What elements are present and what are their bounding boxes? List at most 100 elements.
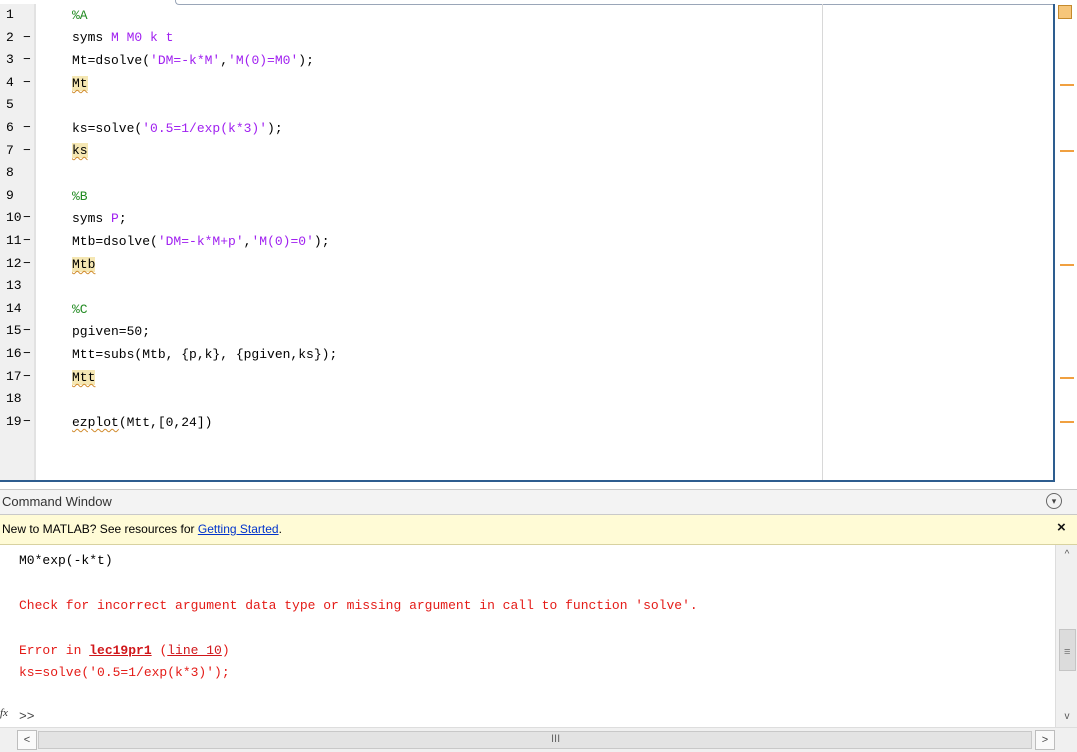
line-number[interactable]: 7−: [0, 141, 34, 163]
line-number[interactable]: 17−: [0, 367, 34, 389]
banner-message: New to MATLAB? See resources for Getting…: [2, 522, 282, 536]
breakpoint-dash[interactable]: −: [23, 323, 31, 338]
command-prompt[interactable]: >>: [19, 709, 35, 724]
code-line-11[interactable]: Mtb=dsolve('DM=-k*M+p','M(0)=0');: [72, 231, 330, 253]
code-text: Mtt=subs(Mtb, {p,k}, {pgiven,ks});: [72, 347, 338, 362]
line-number[interactable]: 11−: [0, 231, 34, 253]
line-number[interactable]: 14: [0, 299, 34, 321]
breakpoint-dash[interactable]: −: [23, 120, 31, 135]
chevron-down-icon[interactable]: ▾: [1046, 493, 1062, 509]
line-number[interactable]: 8: [0, 163, 34, 185]
line-number-text: 10: [6, 210, 22, 225]
scroll-thumb[interactable]: III: [38, 731, 1032, 749]
line-number[interactable]: 12−: [0, 254, 34, 276]
line-number[interactable]: 3−: [0, 50, 34, 72]
banner-text: New to MATLAB? See resources for: [2, 522, 198, 536]
line-number[interactable]: 4−: [0, 73, 34, 95]
warning-highlight[interactable]: ks: [72, 143, 88, 158]
code-line-15[interactable]: pgiven=50;: [72, 321, 150, 343]
code-line-17[interactable]: Mtt: [72, 367, 96, 389]
line-number[interactable]: 18: [0, 389, 34, 411]
keyword: syms: [72, 30, 112, 45]
function-browser-icon[interactable]: fx: [0, 707, 8, 719]
scroll-left-icon[interactable]: <: [17, 730, 37, 750]
horizontal-scrollbar[interactable]: < III >: [0, 727, 1077, 752]
line-number[interactable]: 10−: [0, 208, 34, 230]
line-number[interactable]: 13: [0, 276, 34, 298]
editor-tab-baseline: [205, 0, 1053, 5]
code-text: ,: [220, 53, 229, 68]
warning-underline[interactable]: ezplot: [72, 415, 119, 430]
line-number[interactable]: 16−: [0, 344, 34, 366]
output-result: M0*exp(-k*t): [19, 553, 113, 568]
getting-started-link[interactable]: Getting Started: [198, 522, 279, 536]
error-prefix: Error in: [19, 643, 90, 658]
line-number[interactable]: 6−: [0, 118, 34, 140]
warning-highlight[interactable]: Mtt: [72, 370, 96, 385]
warning-highlight[interactable]: Mt: [72, 76, 88, 91]
code-line-9[interactable]: %B: [72, 186, 88, 208]
breakpoint-dash[interactable]: −: [23, 256, 31, 271]
breakpoint-dash[interactable]: −: [23, 210, 31, 225]
warning-marker[interactable]: [1060, 421, 1074, 423]
breakpoint-dash[interactable]: −: [23, 30, 31, 45]
code-line-14[interactable]: %C: [72, 299, 88, 321]
string-literal: 'DM=-k*M+p': [157, 234, 244, 249]
line-number-text: 19: [6, 414, 22, 429]
error-line-link[interactable]: line 10: [167, 643, 222, 658]
editor-border: [1053, 4, 1055, 482]
line-number-text: 18: [6, 391, 22, 406]
error-file-link[interactable]: lec19pr1: [89, 643, 151, 658]
warning-marker[interactable]: [1060, 264, 1074, 266]
code-line-4[interactable]: Mt: [72, 73, 88, 95]
code-line-12[interactable]: Mtb: [72, 254, 96, 276]
code-line-2[interactable]: syms M M0 k t: [72, 27, 173, 49]
line-number[interactable]: 19−: [0, 412, 34, 434]
breakpoint-dash[interactable]: −: [23, 52, 31, 67]
line-number[interactable]: 5: [0, 95, 34, 117]
code-line-10[interactable]: syms P;: [72, 208, 127, 230]
code-line-1[interactable]: %A: [72, 5, 88, 27]
line-number-text: 17: [6, 369, 22, 384]
line-number[interactable]: 2−: [0, 28, 34, 50]
command-window-title: Command Window: [2, 494, 112, 509]
warning-marker[interactable]: [1060, 150, 1074, 152]
code-analyzer-status-icon[interactable]: [1058, 5, 1072, 19]
scroll-right-icon[interactable]: >: [1035, 730, 1055, 750]
breakpoint-dash[interactable]: −: [23, 143, 31, 158]
line-number[interactable]: 9: [0, 186, 34, 208]
warning-marker[interactable]: [1060, 377, 1074, 379]
breakpoint-dash[interactable]: −: [23, 75, 31, 90]
line-number[interactable]: 1: [0, 5, 34, 27]
code-line-7[interactable]: ks: [72, 140, 88, 162]
line-number-text: 4: [6, 75, 14, 90]
line-number-text: 14: [6, 301, 22, 316]
code-text: Mtb=dsolve(: [72, 234, 158, 249]
code-line-3[interactable]: Mt=dsolve('DM=-k*M','M(0)=M0');: [72, 50, 314, 72]
scroll-up-icon[interactable]: ^: [1060, 548, 1074, 562]
code-editor[interactable]: 1 2−3−4−5 6−7−8 9 10−11−12−13 14 15−16−17−18 19…: [0, 0, 1077, 488]
vertical-scrollbar[interactable]: ^ ≡ v: [1055, 545, 1077, 727]
error-paren: ): [221, 643, 230, 658]
error-message: Check for incorrect argument data type o…: [19, 598, 698, 613]
line-number-text: 8: [6, 165, 14, 180]
code-line-19[interactable]: ezplot(Mtt,[0,24]): [72, 412, 212, 434]
analyzer-marker-bar[interactable]: [1056, 4, 1077, 482]
code-text: (Mtt,[0,24]): [118, 415, 213, 430]
command-window-output[interactable]: M0*exp(-k*t) Check for incorrect argumen…: [0, 545, 1055, 727]
close-icon[interactable]: ×: [1057, 519, 1066, 536]
warning-highlight[interactable]: Mtb: [72, 257, 96, 272]
code-line-16[interactable]: Mtt=subs(Mtb, {p,k}, {pgiven,ks});: [72, 344, 337, 366]
code-line-6[interactable]: ks=solve('0.5=1/exp(k*3)');: [72, 118, 283, 140]
scroll-thumb[interactable]: ≡: [1059, 629, 1076, 671]
warning-marker[interactable]: [1060, 84, 1074, 86]
code-text: ks=solve(: [72, 121, 143, 136]
breakpoint-dash[interactable]: −: [23, 369, 31, 384]
breakpoint-dash[interactable]: −: [23, 346, 31, 361]
code-text: pgiven=50;: [72, 324, 151, 339]
line-number-text: 16: [6, 346, 22, 361]
line-number[interactable]: 15−: [0, 321, 34, 343]
breakpoint-dash[interactable]: −: [23, 414, 31, 429]
breakpoint-dash[interactable]: −: [23, 233, 31, 248]
scroll-down-icon[interactable]: v: [1060, 710, 1074, 724]
